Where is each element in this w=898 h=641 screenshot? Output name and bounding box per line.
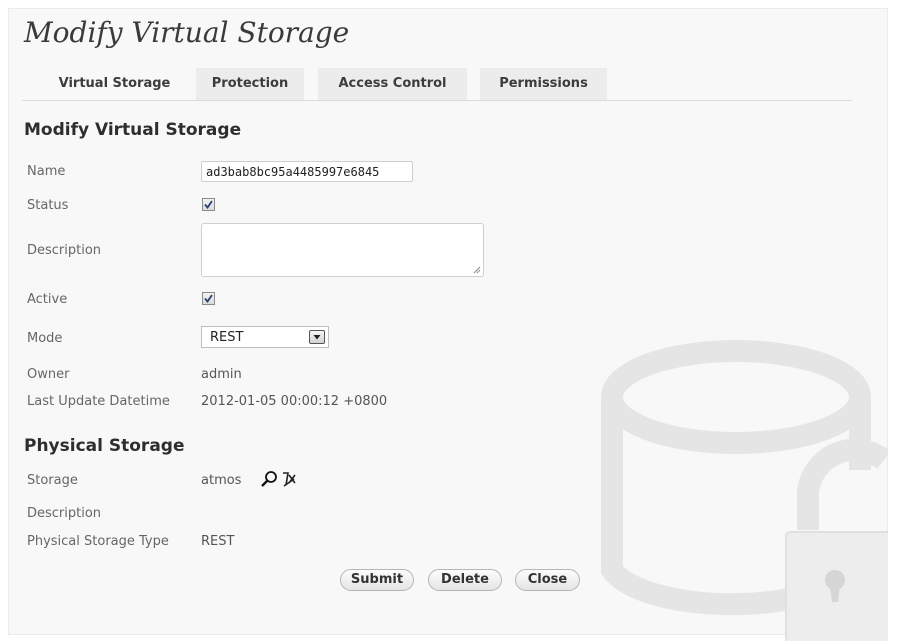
storage-label: Storage: [27, 473, 78, 488]
mode-selected-value: REST: [210, 330, 244, 345]
owner-value: admin: [201, 367, 242, 382]
checkmark-icon: [204, 294, 213, 303]
name-input[interactable]: [201, 161, 413, 182]
tab-virtual-storage[interactable]: Virtual Storage: [33, 68, 196, 100]
delete-button[interactable]: Delete: [428, 569, 502, 591]
tab-access-control[interactable]: Access Control: [318, 68, 467, 100]
description-textarea[interactable]: [201, 223, 484, 277]
page-title: Modify Virtual Storage: [24, 16, 350, 49]
name-label: Name: [27, 164, 66, 179]
last-update-label: Last Update Datetime: [27, 394, 170, 409]
physical-storage-type-value: REST: [201, 534, 235, 549]
owner-label: Owner: [27, 367, 70, 382]
storage-value: atmos: [201, 473, 242, 488]
dropdown-arrow-icon[interactable]: [309, 330, 325, 344]
checkmark-icon: [204, 200, 213, 209]
magnifier-icon[interactable]: [260, 470, 278, 488]
active-checkbox[interactable]: [202, 292, 215, 305]
tab-protection[interactable]: Protection: [196, 68, 304, 100]
status-label: Status: [27, 198, 69, 213]
physical-storage-heading: Physical Storage: [24, 436, 185, 456]
description-label: Description: [27, 243, 102, 258]
mode-label: Mode: [27, 331, 63, 346]
active-label: Active: [27, 292, 68, 307]
status-checkbox[interactable]: [202, 198, 215, 211]
last-update-value: 2012-01-05 00:00:12 +0800: [201, 394, 388, 409]
virtual-storage-heading: Modify Virtual Storage: [24, 120, 242, 140]
mode-select[interactable]: REST: [201, 326, 329, 348]
tab-permissions[interactable]: Permissions: [480, 68, 607, 100]
physical-storage-type-label: Physical Storage Type: [27, 534, 169, 549]
physical-description-label: Description: [27, 506, 102, 521]
submit-button[interactable]: Submit: [340, 569, 414, 591]
storage-lock-watermark-icon: [601, 340, 888, 641]
tab-bar: Virtual Storage Protection Access Contro…: [22, 68, 852, 101]
clear-icon[interactable]: [280, 470, 298, 488]
resize-grip-icon[interactable]: [473, 266, 481, 274]
close-button[interactable]: Close: [515, 569, 580, 591]
